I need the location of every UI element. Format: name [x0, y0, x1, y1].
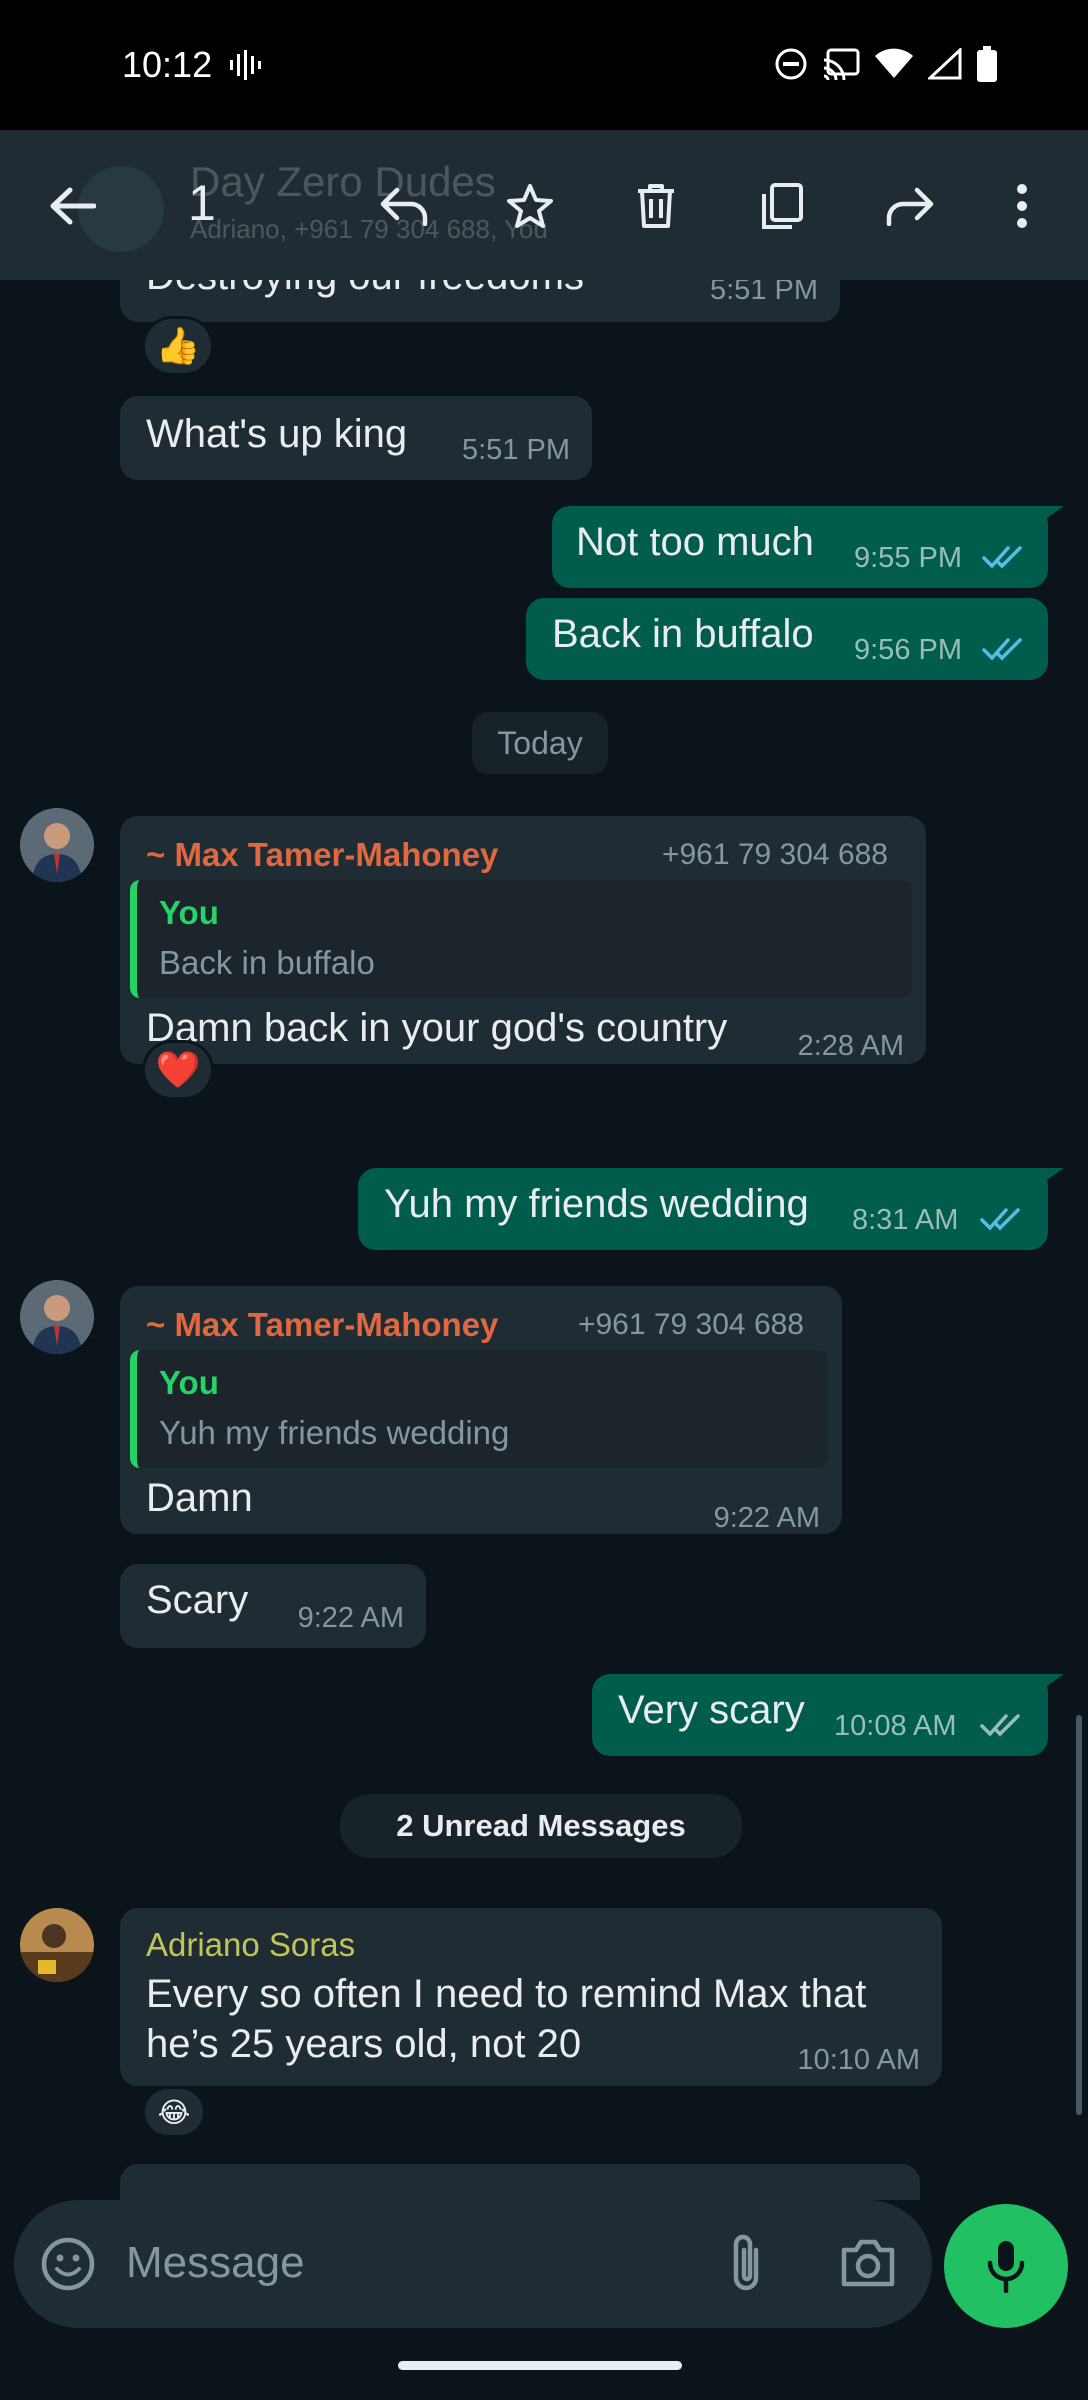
avatar-photo-icon — [20, 1908, 94, 1982]
message-time: 5:51 PM — [462, 434, 570, 466]
avatar-photo-icon — [20, 808, 94, 882]
message-bubble[interactable]: Yuh my friends wedding 8:31 AM — [358, 1168, 1048, 1250]
sender-name: ~ Max Tamer-Mahoney — [146, 836, 499, 873]
navigation-bar — [0, 2340, 1088, 2400]
avatar[interactable] — [20, 1908, 94, 1982]
trash-icon — [638, 184, 674, 228]
message-bubble[interactable]: Back in buffalo 9:56 PM — [526, 598, 1048, 680]
copy-button[interactable] — [746, 170, 818, 242]
reply-icon — [380, 187, 428, 226]
quoted-sender: You — [159, 894, 219, 931]
message-bubble[interactable]: What's up king 5:51 PM — [120, 396, 592, 480]
heart-icon: ❤️ — [155, 1049, 201, 1090]
avatar[interactable] — [20, 1280, 94, 1354]
back-button[interactable] — [36, 170, 108, 242]
camera-icon[interactable] — [840, 2236, 896, 2288]
forward-button[interactable] — [874, 170, 946, 242]
cast-icon — [823, 48, 860, 80]
message-text: Scary — [146, 1578, 249, 1622]
star-button[interactable] — [494, 170, 566, 242]
message-input[interactable]: Message — [126, 2238, 305, 2288]
status-bar: 10:12 — [0, 0, 1088, 130]
arrow-left-icon — [50, 187, 96, 225]
selection-app-bar: Day Zero Dudes Adriano, +961 79 304 688,… — [0, 130, 1088, 280]
message-text: Damn back in your god's country — [146, 1006, 728, 1050]
voice-record-button[interactable] — [944, 2204, 1068, 2328]
status-time: 10:12 — [122, 44, 213, 85]
message-time: 8:31 AM — [852, 1204, 959, 1236]
chat-area[interactable]: Destroying our freedoms 5:51 PM 👍 What's… — [0, 280, 1088, 2200]
more-options-button[interactable] — [986, 170, 1058, 242]
quoted-text: Back in buffalo — [159, 944, 375, 981]
battery-icon — [977, 46, 997, 82]
bubble-tail — [1030, 506, 1064, 530]
message-time: 2:28 AM — [797, 1030, 904, 1062]
quoted-message[interactable]: You Back in buffalo — [130, 880, 912, 998]
message-text-line: he’s 25 years old, not 20 — [146, 2022, 582, 2066]
message-time: 9:56 PM — [854, 634, 962, 666]
message-bubble[interactable]: ~ Max Tamer-Mahoney +961 79 304 688 You … — [120, 1286, 842, 1534]
bubble-tail — [1030, 1674, 1064, 1698]
read-ticks-icon — [982, 638, 1022, 661]
message-bubble[interactable]: Very scary 10:08 AM — [592, 1674, 1048, 1756]
signal-icon — [928, 48, 962, 80]
message-bubble[interactable] — [120, 2164, 920, 2200]
copy-icon — [762, 183, 803, 229]
reaction-badge[interactable]: 👍 — [142, 316, 214, 376]
message-time: 9:22 AM — [297, 1602, 404, 1634]
unread-divider: 2 Unread Messages — [340, 1794, 742, 1858]
attach-icon[interactable] — [726, 2232, 766, 2294]
quoted-message[interactable]: You Yuh my friends wedding — [130, 1350, 828, 1468]
message-text-line: Every so often I need to remind Max that — [146, 1972, 867, 2016]
star-icon — [507, 184, 553, 228]
microphone-icon — [987, 2241, 1025, 2293]
reply-button[interactable] — [368, 170, 440, 242]
delete-button[interactable] — [620, 170, 692, 242]
avatar-photo-icon — [20, 1280, 94, 1354]
message-time: 5:51 PM — [710, 280, 818, 306]
date-divider: Today — [472, 712, 608, 774]
message-time: 9:22 AM — [713, 1502, 820, 1534]
thumbs-up-icon: 👍 — [155, 325, 201, 366]
selected-count: 1 — [188, 175, 216, 231]
message-bubble[interactable]: Adriano Soras Every so often I need to r… — [120, 1908, 942, 2086]
message-bubble[interactable]: Destroying our freedoms 5:51 PM — [120, 280, 840, 322]
read-ticks-icon — [982, 546, 1022, 569]
bubble-tail — [1030, 1168, 1064, 1192]
message-text: What's up king — [146, 412, 408, 456]
forward-icon — [886, 187, 934, 226]
sender-name: Adriano Soras — [146, 1926, 356, 1963]
more-vertical-icon — [1017, 184, 1027, 228]
reaction-badge[interactable]: ❤️ — [142, 1040, 214, 1100]
message-text: Not too much — [576, 520, 814, 564]
message-text: Very scary — [618, 1688, 805, 1732]
message-text: Damn — [146, 1476, 253, 1520]
message-bubble[interactable]: ~ Max Tamer-Mahoney +961 79 304 688 You … — [120, 816, 926, 1064]
message-composer[interactable]: Message — [14, 2200, 932, 2328]
message-time: 10:08 AM — [834, 1710, 957, 1742]
delivered-ticks-icon — [980, 1714, 1020, 1737]
sender-name: ~ Max Tamer-Mahoney — [146, 1306, 499, 1343]
home-indicator[interactable] — [398, 2361, 682, 2370]
quoted-text: Yuh my friends wedding — [159, 1414, 510, 1451]
sender-phone: +961 79 304 688 — [661, 838, 888, 871]
read-ticks-icon — [980, 1208, 1020, 1231]
do-not-disturb-icon — [775, 48, 807, 80]
message-text: Destroying our freedoms — [146, 280, 584, 299]
sender-phone: +961 79 304 688 — [577, 1308, 804, 1341]
wifi-icon — [875, 48, 913, 78]
message-time: 9:55 PM — [854, 542, 962, 574]
avatar[interactable] — [20, 808, 94, 882]
scrollbar[interactable] — [1076, 1715, 1082, 2115]
message-time: 10:10 AM — [797, 2044, 920, 2076]
message-bubble[interactable]: Scary 9:22 AM — [120, 1564, 426, 1648]
message-bubble[interactable]: Not too much 9:55 PM — [552, 506, 1048, 588]
message-text: Yuh my friends wedding — [384, 1182, 809, 1226]
quoted-sender: You — [159, 1364, 219, 1401]
laughing-face-icon: 😂 — [157, 2096, 191, 2128]
reaction-badge[interactable]: 😂 — [142, 2086, 206, 2138]
voice-activity-icon — [230, 50, 261, 80]
message-text: Back in buffalo — [552, 612, 814, 656]
emoji-icon[interactable] — [40, 2236, 96, 2292]
